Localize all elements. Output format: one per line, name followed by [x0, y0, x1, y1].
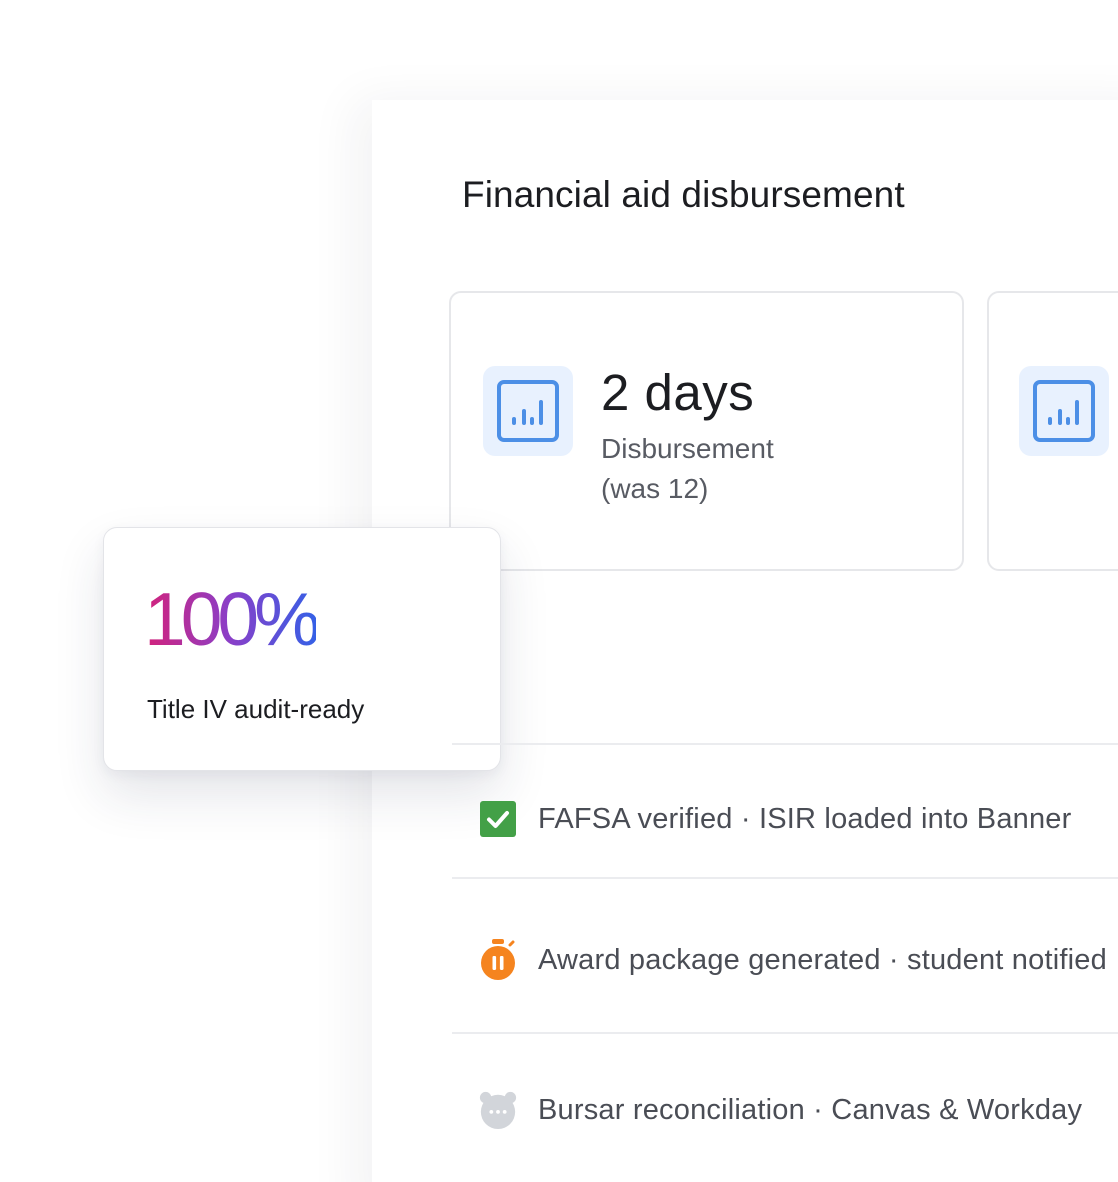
page-title: Financial aid disbursement — [462, 174, 905, 215]
task-row-award: Award package generated · student notifi… — [478, 939, 1107, 980]
divider — [452, 1032, 1118, 1034]
divider — [452, 743, 1118, 745]
audit-ready-card: 100% Title IV audit-ready — [103, 527, 501, 771]
bar-chart-icon — [1019, 366, 1109, 456]
bar-chart-icon — [483, 366, 573, 456]
task-label: Bursar reconciliation · Canvas & Workday — [538, 1093, 1083, 1126]
task-row-fafsa: FAFSA verified · ISIR loaded into Banner — [478, 799, 1072, 839]
stage: Financial aid disbursement 2 days Disbur… — [0, 0, 1118, 1182]
pending-clock-icon — [478, 1090, 518, 1130]
stat-card-disbursement: 2 days Disbursement (was 12) — [449, 291, 964, 571]
stat-label-line1: Disbursement — [601, 433, 774, 464]
task-label: FAFSA verified · ISIR loaded into Banner — [538, 802, 1072, 835]
stat-value: 2 days — [601, 364, 755, 421]
stat-card-secondary — [987, 291, 1118, 571]
task-row-bursar: Bursar reconciliation · Canvas & Workday — [478, 1090, 1082, 1130]
highlight-label: Title IV audit-ready — [147, 694, 365, 724]
checkbox-checked-icon — [478, 799, 518, 839]
stat-label-line2: (was 12) — [601, 473, 709, 504]
divider — [452, 877, 1118, 879]
highlight-value: 100% — [144, 577, 321, 661]
paused-timer-icon — [478, 939, 518, 980]
task-label: Award package generated · student notifi… — [538, 943, 1107, 976]
stat-label: Disbursement (was 12) — [601, 429, 774, 509]
